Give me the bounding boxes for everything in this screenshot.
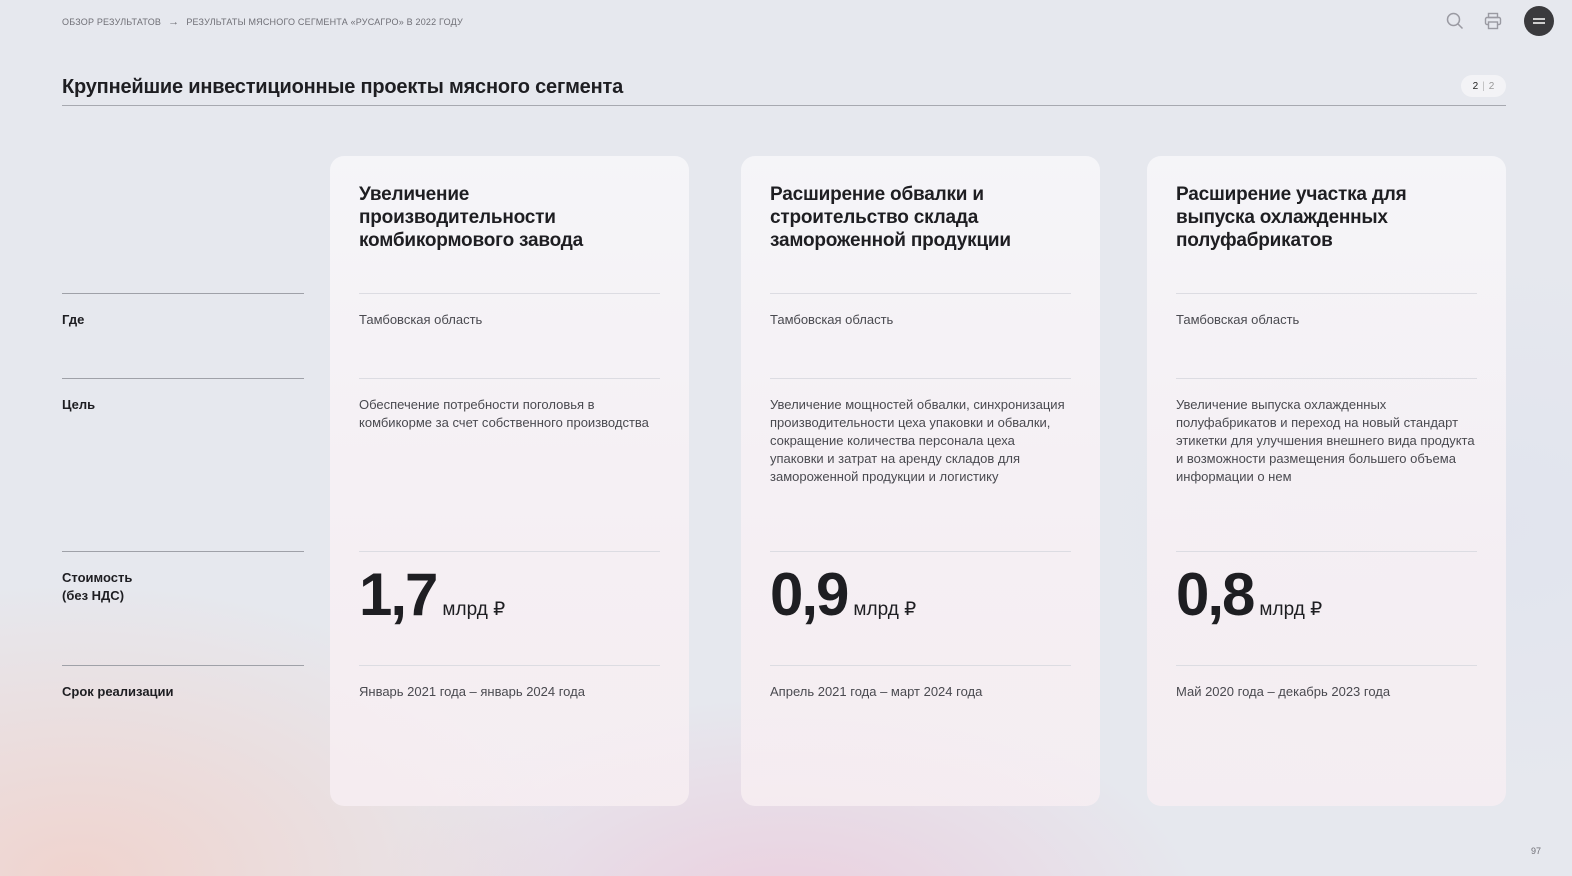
pager-total: 2	[1488, 80, 1495, 92]
project-title: Расширение обвалки и строительство склад…	[770, 184, 1011, 251]
project-card: Расширение участка для выпуска охлажденн…	[1147, 156, 1506, 806]
row-label-cost: Стоимость (без НДС)	[62, 551, 304, 605]
project-cost: 1,7 млрд ₽	[359, 551, 660, 630]
project-title: Увеличение производительности комбикормо…	[359, 184, 584, 251]
pager-separator: |	[1482, 80, 1485, 92]
project-cost: 0,8 млрд ₽	[1176, 551, 1477, 630]
project-title: Расширение участка для выпуска охлажденн…	[1176, 184, 1407, 251]
breadcrumb-current: РЕЗУЛЬТАТЫ МЯСНОГО СЕГМЕНТА «РУСАГРО» В …	[186, 17, 463, 27]
arrow-right-icon: →	[168, 16, 180, 28]
project-goal: Увеличение мощностей обвалки, синхрониза…	[770, 378, 1071, 486]
project-goal: Увеличение выпуска охлажденных полуфабри…	[1176, 378, 1477, 486]
project-goal: Обеспечение потребности поголовья в комб…	[359, 378, 660, 432]
cost-value: 0,8	[1176, 561, 1255, 628]
pager-current: 2	[1472, 80, 1479, 92]
project-period: Апрель 2021 года – март 2024 года	[770, 665, 1071, 701]
project-where: Тамбовская область	[770, 293, 1071, 329]
row-label-period: Срок реализации	[62, 665, 304, 701]
project-period: Май 2020 года – декабрь 2023 года	[1176, 665, 1477, 701]
row-label-where: Где	[62, 293, 304, 329]
row-label-goal: Цель	[62, 378, 304, 414]
search-icon[interactable]	[1444, 10, 1466, 32]
page-number: 97	[1530, 846, 1541, 856]
cost-unit: млрд ₽	[1259, 599, 1323, 620]
cost-unit: млрд ₽	[853, 599, 917, 620]
project-card: Расширение обвалки и строительство склад…	[741, 156, 1100, 806]
cost-unit: млрд ₽	[442, 599, 506, 620]
cost-value: 1,7	[359, 561, 438, 628]
print-icon[interactable]	[1482, 10, 1504, 32]
project-cost: 0,9 млрд ₽	[770, 551, 1071, 630]
title-divider	[62, 105, 1506, 106]
breadcrumb-parent-link[interactable]: ОБЗОР РЕЗУЛЬТАТОВ	[62, 17, 161, 27]
project-period: Январь 2021 года – январь 2024 года	[359, 665, 660, 701]
menu-icon	[1533, 18, 1545, 24]
breadcrumb: ОБЗОР РЕЗУЛЬТАТОВ → РЕЗУЛЬТАТЫ МЯСНОГО С…	[62, 16, 463, 28]
project-where: Тамбовская область	[359, 293, 660, 329]
page-title: Крупнейшие инвестиционные проекты мясног…	[62, 76, 624, 98]
cost-value: 0,9	[770, 561, 849, 628]
menu-button[interactable]	[1524, 6, 1554, 36]
pager: 2 | 2	[1461, 75, 1506, 97]
top-toolbar	[1444, 6, 1554, 36]
project-where: Тамбовская область	[1176, 293, 1477, 329]
project-card: Увеличение производительности комбикормо…	[330, 156, 689, 806]
